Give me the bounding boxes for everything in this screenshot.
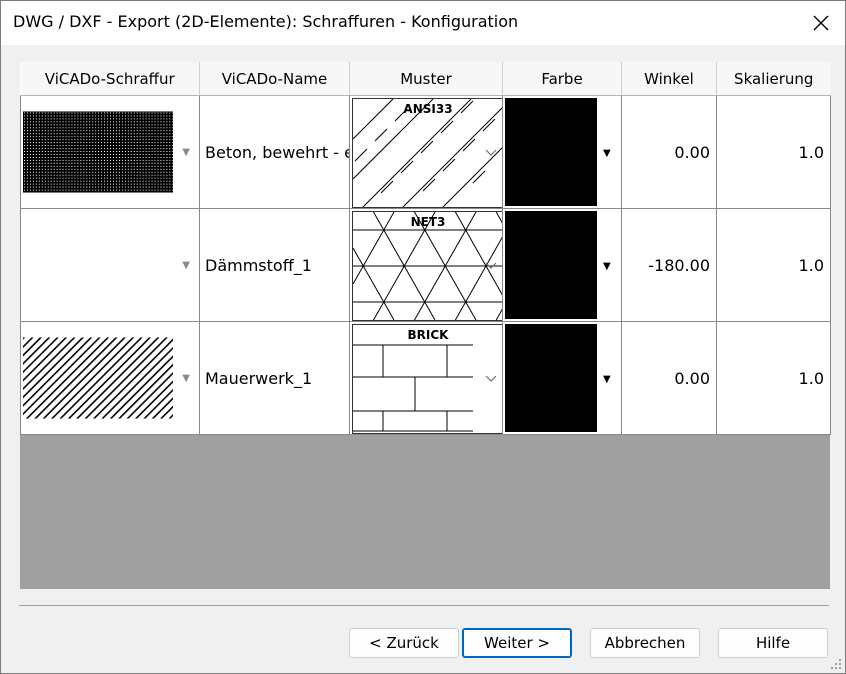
color-swatch (505, 324, 597, 432)
header-row: ViCADo-Schraffur ViCADo-Name Muster Farb… (20, 62, 831, 96)
triangle-down-icon[interactable]: ▼ (173, 260, 198, 271)
col-header-skalierung[interactable]: Skalierung (716, 62, 831, 96)
muster-preview: NET3 (352, 211, 502, 321)
hatch-table: ViCADo-Schraffur ViCADo-Name Muster Farb… (20, 62, 831, 435)
skalierung-cell[interactable]: 1.0 (716, 321, 831, 435)
vicado-name-cell[interactable]: Dämmstoff_1 (199, 208, 350, 322)
cancel-button[interactable]: Abbrechen (590, 628, 700, 658)
vicado-hatch-cell[interactable]: ▼ (20, 321, 200, 435)
separator (19, 605, 829, 606)
muster-label: NET3 (410, 215, 446, 229)
triangle-down-icon[interactable]: ▼ (603, 261, 611, 272)
winkel-cell[interactable]: -180.00 (621, 208, 717, 322)
skalierung-cell[interactable]: 1.0 (716, 208, 831, 322)
col-header-farbe[interactable]: Farbe (502, 62, 622, 96)
col-header-vicado-schraffur[interactable]: ViCADo-Schraffur (20, 62, 200, 96)
resize-grip-icon[interactable] (831, 659, 841, 669)
muster-cell[interactable]: NET3 (349, 208, 503, 322)
triangle-down-icon[interactable]: ▼ (603, 374, 611, 385)
hatch-swatch-diagonal (23, 337, 174, 419)
col-header-vicado-name[interactable]: ViCADo-Name (199, 62, 350, 96)
color-swatch (505, 98, 597, 206)
hatch-grid: ViCADo-Schraffur ViCADo-Name Muster Farb… (20, 62, 831, 589)
back-button[interactable]: < Zurück (349, 628, 459, 658)
muster-preview: ANSI33 (352, 98, 502, 208)
table-row: ▼ Dämmstoff_1 NET3 ▼ -180.00 1.0 (20, 208, 831, 322)
muster-cell[interactable]: ANSI33 (349, 95, 503, 209)
triangle-down-icon[interactable]: ▼ (173, 147, 198, 158)
close-icon (813, 15, 829, 31)
winkel-cell[interactable]: 0.00 (621, 321, 717, 435)
dialog-window: DWG / DXF - Export (2D-Elemente): Schraf… (0, 0, 846, 674)
hatch-swatch-crosshatch (23, 111, 174, 193)
next-button[interactable]: Weiter > (462, 628, 572, 658)
farbe-cell[interactable]: ▼ (502, 208, 622, 322)
vicado-name-cell[interactable]: Beton, bewehrt - ebene (199, 95, 350, 209)
muster-label: BRICK (407, 328, 449, 342)
close-button[interactable] (803, 5, 839, 41)
vicado-hatch-cell[interactable]: ▼ (20, 95, 200, 209)
triangle-down-icon[interactable]: ▼ (603, 148, 611, 159)
col-header-winkel[interactable]: Winkel (621, 62, 717, 96)
vicado-hatch-cell[interactable]: ▼ (20, 208, 200, 322)
chevron-down-icon[interactable] (485, 149, 497, 157)
vicado-name-cell[interactable]: Mauerwerk_1 (199, 321, 350, 435)
table-row: ▼ Beton, bewehrt - ebene A (20, 95, 831, 209)
triangle-down-icon[interactable]: ▼ (173, 373, 198, 384)
hatch-swatch-empty (23, 224, 174, 306)
col-header-muster[interactable]: Muster (349, 62, 503, 96)
winkel-cell[interactable]: 0.00 (621, 95, 717, 209)
chevron-down-icon[interactable] (485, 375, 497, 383)
skalierung-cell[interactable]: 1.0 (716, 95, 831, 209)
title-bar[interactable]: DWG / DXF - Export (2D-Elemente): Schraf… (1, 1, 845, 45)
color-swatch (505, 211, 597, 319)
farbe-cell[interactable]: ▼ (502, 321, 622, 435)
muster-preview: BRICK (352, 324, 502, 434)
muster-label: ANSI33 (403, 102, 453, 116)
help-button[interactable]: Hilfe (718, 628, 828, 658)
chevron-down-icon[interactable] (485, 262, 497, 270)
table-row: ▼ Mauerwerk_1 BRICK ▼ 0.00 1.0 (20, 321, 831, 435)
window-title: DWG / DXF - Export (2D-Elemente): Schraf… (13, 12, 519, 31)
farbe-cell[interactable]: ▼ (502, 95, 622, 209)
muster-cell[interactable]: BRICK (349, 321, 503, 435)
